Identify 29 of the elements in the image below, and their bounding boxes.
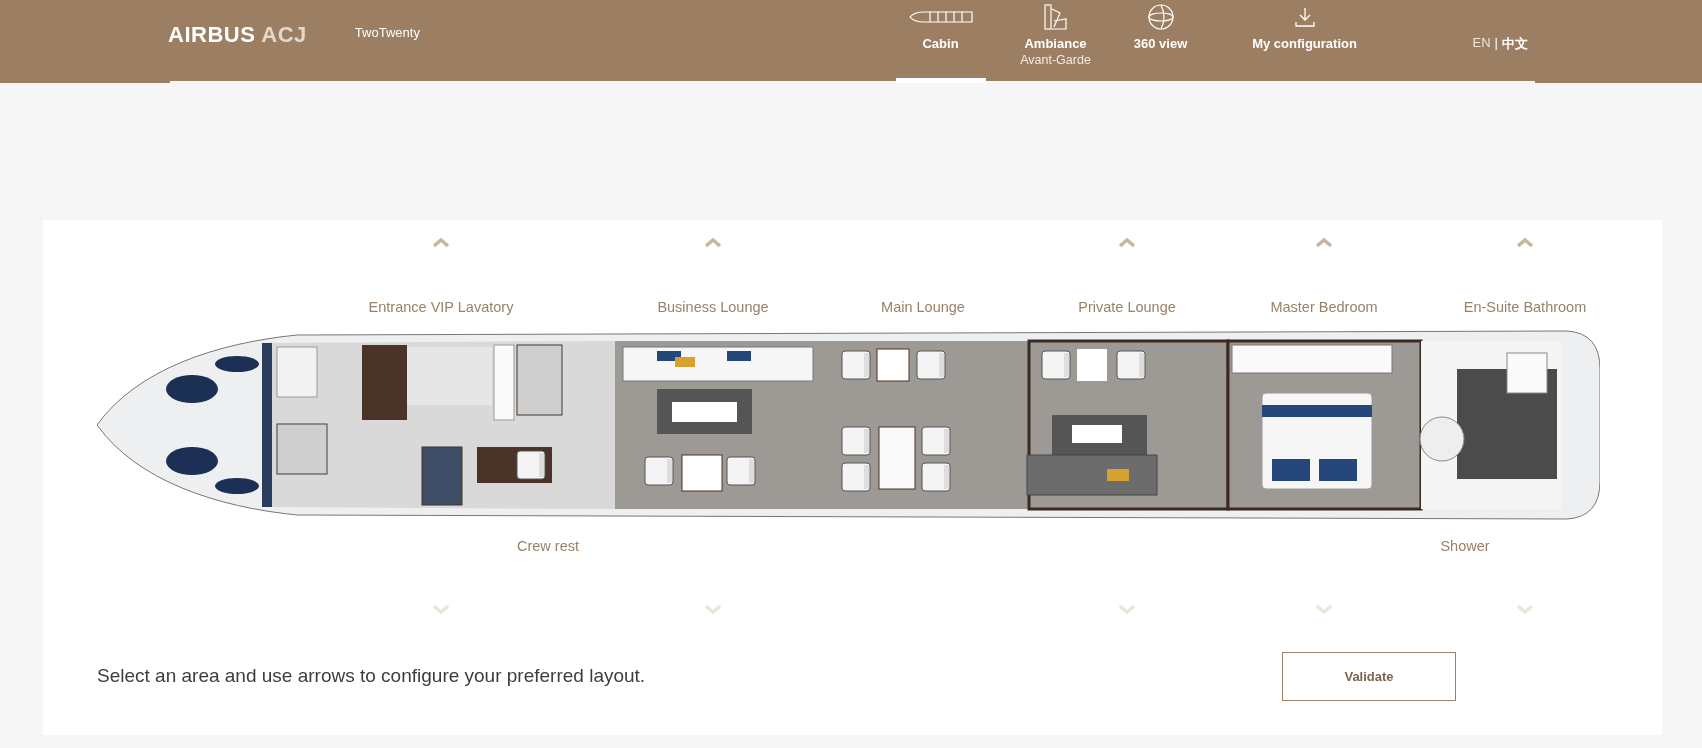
up-chevron-icon[interactable]: [1119, 238, 1135, 248]
area-label[interactable]: Shower: [1440, 538, 1490, 554]
model-name: TwoTwenty: [354, 25, 420, 40]
validate-button[interactable]: Validate: [1282, 651, 1456, 701]
language-separator: |: [1494, 35, 1498, 52]
nav-tab[interactable]: 360 view: [1125, 0, 1196, 83]
language-link[interactable]: 中文: [1502, 35, 1528, 53]
area-label[interactable]: Private Lounge: [1078, 299, 1176, 315]
area-label[interactable]: En-Suite Bathroom: [1463, 299, 1587, 315]
nav-tab[interactable]: My configuration: [1195, 0, 1414, 83]
area-label[interactable]: Master Bedroom: [1270, 299, 1378, 315]
color-swatch-icon: [1041, 3, 1070, 31]
area-label[interactable]: Business Lounge: [657, 299, 769, 315]
nav-tab[interactable]: Ambiance Avant-Garde: [985, 0, 1126, 83]
cabin-icon: [907, 10, 974, 24]
up-chevron-icon[interactable]: [433, 238, 449, 248]
up-chevron-icon[interactable]: [1517, 238, 1533, 248]
up-chevron-icon[interactable]: [705, 238, 721, 248]
download-icon: [1293, 6, 1316, 28]
area-label[interactable]: Main Lounge: [881, 299, 965, 315]
nav-subtitle: Avant-Garde: [1020, 53, 1091, 67]
up-chevron-icon[interactable]: [1316, 238, 1332, 248]
brand-logo[interactable]: AIRBUS ACJ: [168, 22, 307, 48]
language-link[interactable]: EN: [1472, 35, 1491, 53]
instruction-text: Select an area and use arrows to configure your preferred layout.: [97, 665, 646, 687]
nav-tab[interactable]: Cabin: [895, 0, 986, 83]
globe-icon: [1146, 3, 1175, 31]
area-label[interactable]: Crew rest: [517, 538, 579, 554]
area-label[interactable]: Entrance VIP Lavatory: [368, 299, 514, 315]
